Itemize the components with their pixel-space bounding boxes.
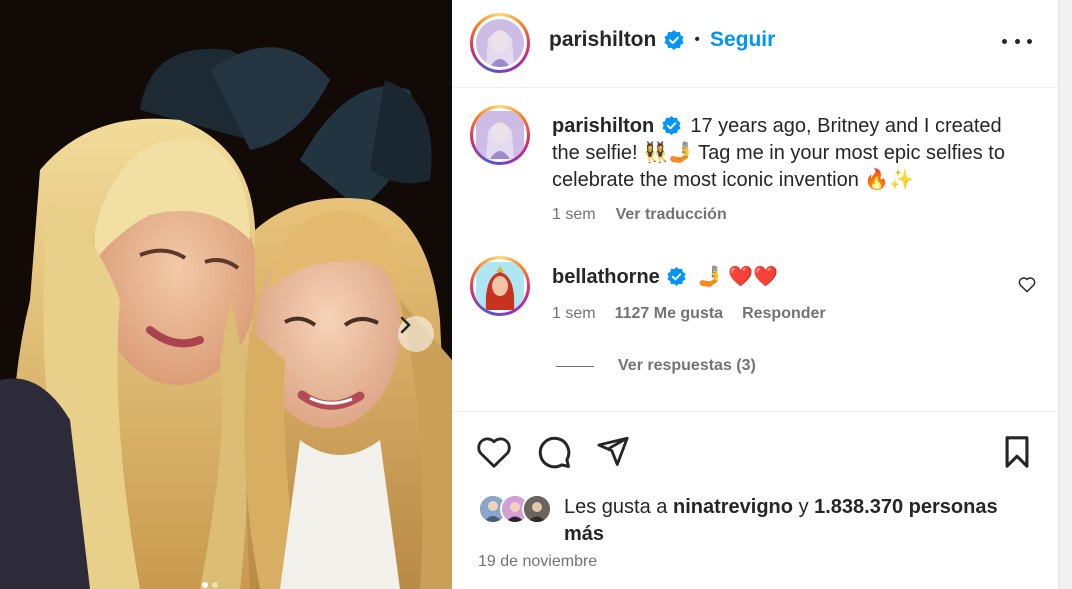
view-replies-button[interactable]: Ver respuestas (3) xyxy=(556,357,756,375)
comment-icon[interactable] xyxy=(536,434,572,470)
verified-badge-icon xyxy=(667,267,686,286)
comment: bellathorne 🤳 ❤️❤️ xyxy=(552,264,778,289)
comment-like-heart-icon[interactable] xyxy=(1018,276,1036,293)
next-photo-button[interactable] xyxy=(398,316,434,352)
carousel-dot xyxy=(202,582,208,588)
commenter-username[interactable]: bellathorne xyxy=(552,266,660,288)
post-header: parishilton • Seguir xyxy=(452,0,1058,88)
save-bookmark-icon[interactable] xyxy=(1000,434,1034,470)
carousel-dot xyxy=(212,582,218,588)
replies-divider xyxy=(556,365,594,367)
liker-avatar[interactable] xyxy=(522,494,552,524)
translate-button[interactable]: Ver traducción xyxy=(616,206,727,224)
author-username[interactable]: parishilton xyxy=(549,28,656,52)
carousel-dots xyxy=(202,582,218,588)
comment-time[interactable]: 1 sem xyxy=(552,305,596,323)
avatar-image xyxy=(476,262,524,310)
verified-badge-icon xyxy=(662,116,681,135)
author-avatar[interactable] xyxy=(470,13,530,73)
likes-connector: y xyxy=(798,496,809,518)
reply-button[interactable]: Responder xyxy=(742,305,826,323)
avatar-image xyxy=(476,19,524,67)
more-options-button[interactable] xyxy=(1002,30,1032,52)
comment-likes-count[interactable]: 1127 Me gusta xyxy=(615,305,724,323)
scrollbar[interactable] xyxy=(1058,0,1072,589)
follow-button[interactable]: Seguir xyxy=(710,28,775,52)
caption-author-avatar[interactable] xyxy=(470,105,530,165)
post-details-panel: parishilton • Seguir parishilton 17 year… xyxy=(452,0,1058,589)
comment-text: 🤳 ❤️❤️ xyxy=(697,266,779,288)
likes-prefix: Les gusta a xyxy=(564,496,668,518)
share-send-icon[interactable] xyxy=(596,434,630,468)
selfie-photo xyxy=(0,0,452,589)
avatar-image xyxy=(476,111,524,159)
more-horizontal-icon xyxy=(1002,38,1007,44)
view-replies-label: Ver respuestas (3) xyxy=(618,357,756,374)
chevron-right-icon xyxy=(400,316,411,334)
post-caption: parishilton 17 years ago, Britney and I … xyxy=(552,113,1022,194)
caption-meta: 1 sem Ver traducción xyxy=(552,206,727,224)
post-photo[interactable] xyxy=(0,0,452,589)
caption-username[interactable]: parishilton xyxy=(552,115,654,137)
liker-username[interactable]: ninatrevigno xyxy=(673,496,793,518)
commenter-avatar[interactable] xyxy=(470,256,530,316)
header-separator: • xyxy=(694,31,700,48)
likes-count[interactable]: 1.838.370 xyxy=(814,496,903,518)
caption-time[interactable]: 1 sem xyxy=(552,206,596,224)
comment-meta: 1 sem 1127 Me gusta Responder xyxy=(552,305,826,323)
post-date[interactable]: 19 de noviembre xyxy=(478,553,597,571)
likes-text[interactable]: Les gusta a ninatrevigno y 1.838.370 per… xyxy=(564,494,1034,548)
verified-badge-icon xyxy=(664,30,684,50)
like-heart-icon[interactable] xyxy=(476,435,512,469)
